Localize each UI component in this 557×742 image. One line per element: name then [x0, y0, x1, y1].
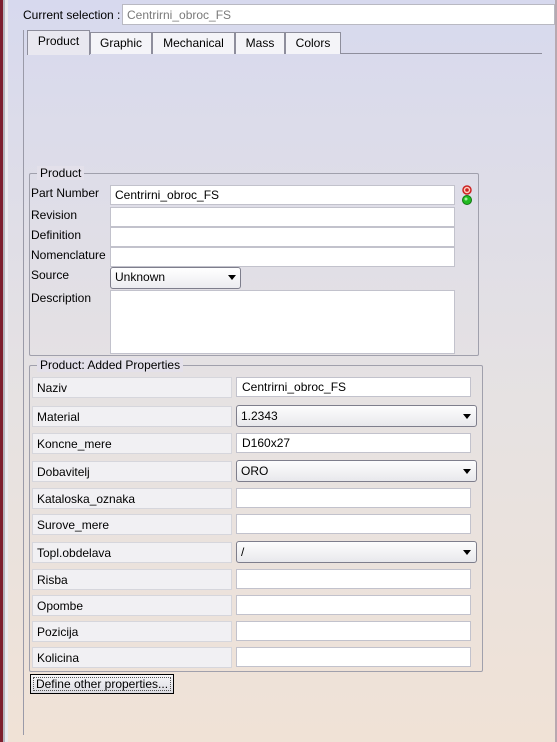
property-dropdown-topl-obdelava[interactable]: / [236, 541, 477, 563]
source-value: Unknown [115, 270, 166, 284]
property-field-surove-mere[interactable] [236, 514, 471, 534]
revision-field[interactable] [110, 207, 455, 227]
property-label-opombe: Opombe [32, 595, 232, 616]
property-dropdown-material[interactable]: 1.2343 [236, 405, 477, 427]
definition-field[interactable] [110, 227, 455, 247]
part-number-field[interactable]: Centrirni_obroc_FS [110, 185, 455, 205]
property-label-koncne-mere: Koncne_mere [32, 433, 232, 454]
nomenclature-label: Nomenclature [31, 248, 106, 262]
property-label-kataloska-oznaka: Kataloska_oznaka [32, 488, 232, 509]
property-field-naziv[interactable]: Centrirni_obroc_FS [236, 377, 471, 397]
description-label: Description [31, 291, 92, 305]
added-properties-title: Product: Added Properties [37, 358, 184, 372]
property-label-dobavitelj: Dobavitelj [32, 461, 232, 482]
description-field[interactable] [110, 290, 455, 354]
source-dropdown[interactable]: Unknown [110, 267, 241, 289]
revision-label: Revision [31, 208, 78, 222]
tab-product[interactable]: Product [27, 30, 90, 55]
panel-left-border [23, 30, 24, 735]
tab-graphic[interactable]: Graphic [90, 32, 152, 54]
tab-colors[interactable]: Colors [285, 32, 341, 54]
property-field-opombe[interactable] [236, 595, 471, 615]
tab-label: Mass [245, 36, 275, 50]
current-selection-field[interactable]: Centrirni_obroc_FS [122, 4, 555, 25]
property-label-naziv: Naziv [32, 377, 232, 398]
property-field-kataloska-oznaka[interactable] [236, 488, 471, 508]
property-label-material: Material [32, 406, 232, 427]
property-dropdown-dobavitelj[interactable]: ORO [236, 460, 477, 482]
traffic-light-icon [461, 185, 473, 207]
property-field-koncne-mere[interactable]: D160x27 [236, 433, 471, 453]
property-field-risba[interactable] [236, 569, 471, 589]
tab-mass[interactable]: Mass [235, 32, 285, 54]
product-group-title: Product [37, 166, 85, 180]
current-selection-label: Current selection : [23, 8, 121, 22]
property-field-kolicina[interactable] [236, 647, 471, 667]
property-label-topl-obdelava: Topl.obdelava [32, 542, 232, 563]
define-other-properties-button[interactable]: Define other properties... [30, 674, 174, 694]
property-value: 1.2343 [241, 409, 278, 423]
window-frame-left [0, 0, 8, 742]
property-label-risba: Risba [32, 569, 232, 590]
property-field-pozicija[interactable] [236, 621, 471, 641]
tab-label: Graphic [99, 36, 143, 50]
chevron-down-icon [463, 469, 471, 474]
property-value: / [241, 545, 245, 559]
property-label-kolicina: Kolicina [32, 647, 232, 668]
chevron-down-icon [228, 275, 236, 280]
property-value: ORO [241, 464, 269, 478]
tab-label: Mechanical [163, 36, 224, 50]
nomenclature-field[interactable] [110, 247, 455, 267]
chevron-down-icon [463, 550, 471, 555]
source-label: Source [31, 268, 70, 282]
chevron-down-icon [463, 414, 471, 419]
tab-mechanical[interactable]: Mechanical [152, 32, 235, 54]
definition-label: Definition [31, 228, 82, 242]
tab-label: Colors [295, 36, 331, 50]
tab-label: Product [37, 34, 80, 48]
property-label-pozicija: Pozicija [32, 621, 232, 642]
part-number-label: Part Number [31, 186, 100, 200]
property-label-surove-mere: Surove_mere [32, 514, 232, 535]
